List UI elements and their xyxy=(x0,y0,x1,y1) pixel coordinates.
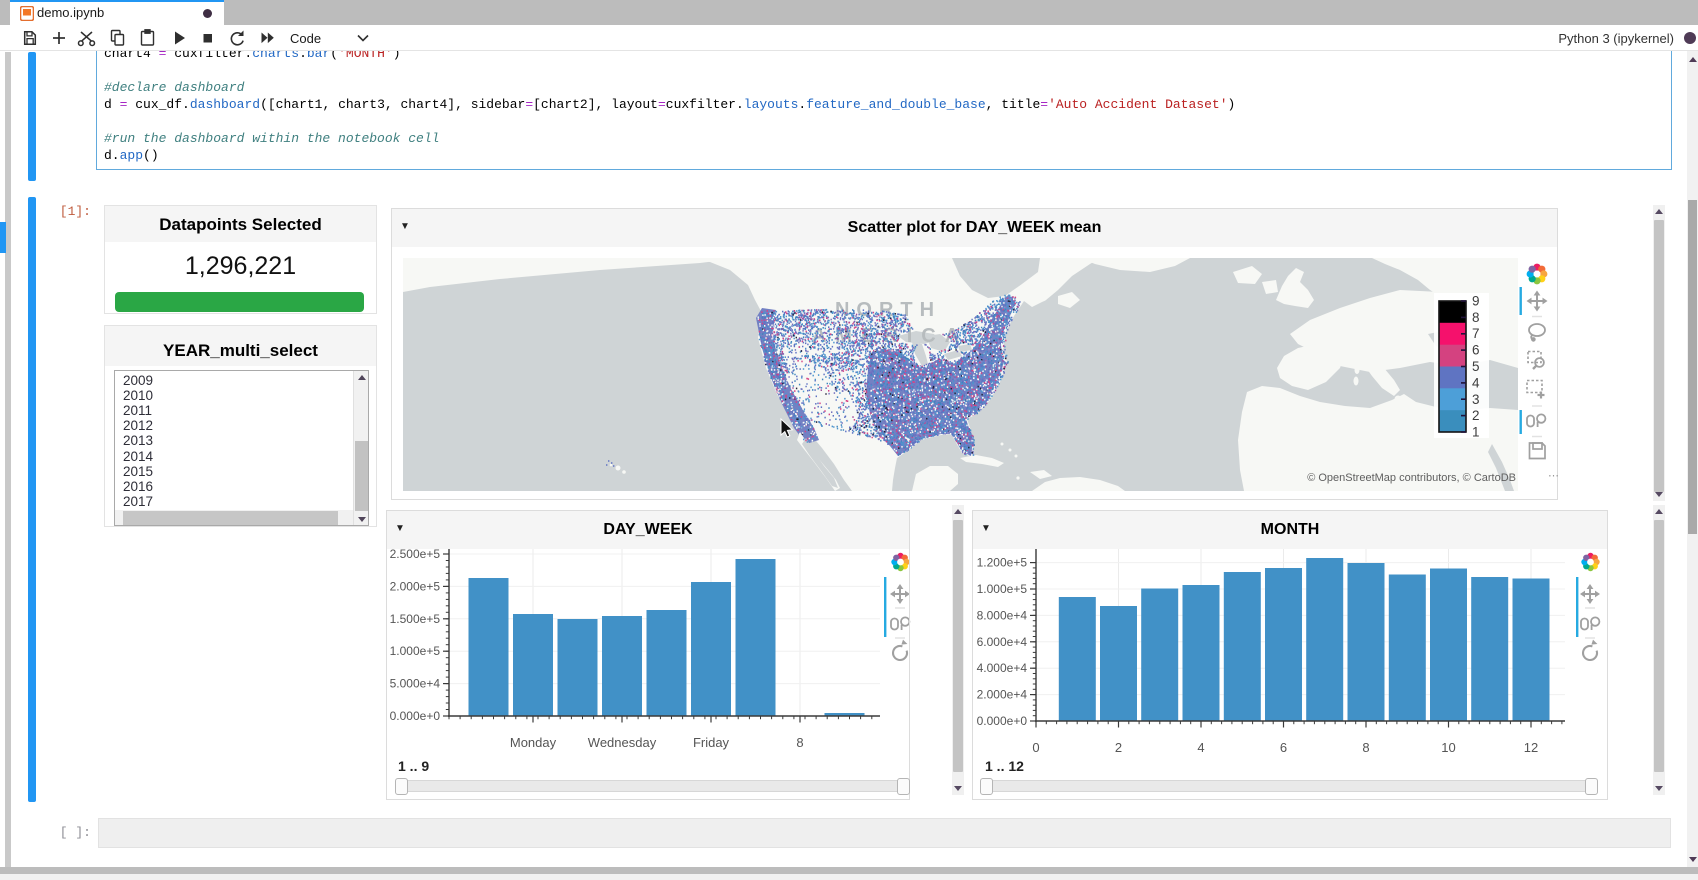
svg-text:1: 1 xyxy=(1472,425,1480,440)
svg-text:7: 7 xyxy=(1472,326,1480,341)
svg-text:© OpenStreetMap contributors,: © OpenStreetMap contributors, © CartoDB xyxy=(1307,472,1516,484)
svg-text:9: 9 xyxy=(1472,294,1480,309)
svg-text:3: 3 xyxy=(1472,392,1480,407)
svg-text:5: 5 xyxy=(1472,359,1480,374)
svg-text:4: 4 xyxy=(1472,375,1480,390)
svg-text:8: 8 xyxy=(1472,310,1480,325)
svg-text:6: 6 xyxy=(1472,343,1480,358)
svg-text:⋯: ⋯ xyxy=(1548,470,1559,482)
svg-text:2: 2 xyxy=(1472,408,1480,423)
